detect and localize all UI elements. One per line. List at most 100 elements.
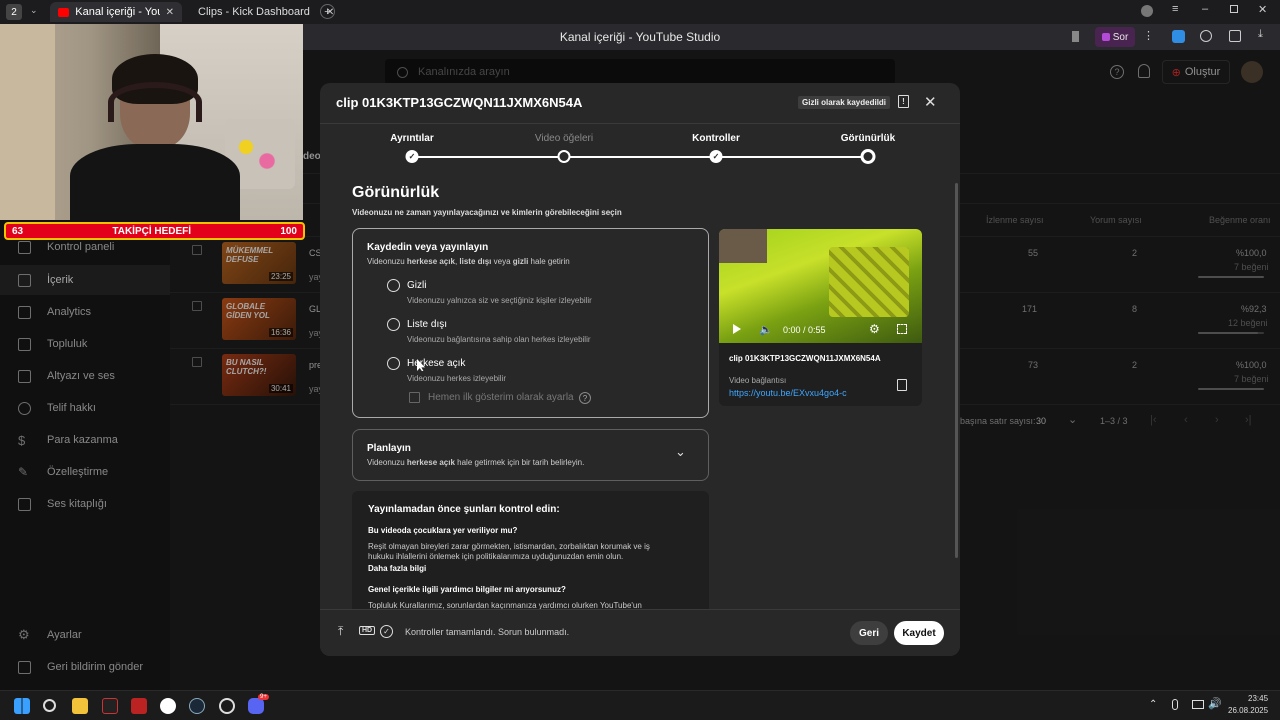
video-link[interactable]: https://youtu.be/EXvxu4go4-c [729, 388, 847, 398]
dialog-footer: ⤒ HD ✓ Kontroller tamamlandı. Sorun bulu… [320, 609, 960, 656]
subtitle-bold: gizli [512, 257, 529, 266]
section-subtitle: Videonuzu ne zaman yayınlayacağınızı ve … [352, 208, 622, 217]
step-current-icon[interactable] [860, 149, 876, 164]
tab-kick-dashboard[interactable]: Clips - Kick Dashboard ✕ [184, 2, 334, 22]
discord-icon[interactable] [248, 698, 264, 714]
scrollbar[interactable] [955, 183, 958, 558]
premiere-checkbox[interactable] [409, 392, 420, 403]
subtitle-text: veya [491, 257, 513, 266]
copy-icon[interactable] [897, 379, 907, 391]
maximize-icon[interactable] [1230, 5, 1238, 13]
download-icon[interactable]: ⤓ [1258, 28, 1263, 41]
close-window-icon[interactable]: ✕ [1258, 3, 1267, 16]
subtitle-text: Videonuzu [367, 257, 407, 266]
radio-private-desc: Videonuzu yalnızca siz ve seçtiğiniz kiş… [407, 296, 592, 305]
browser-tab-bar: 2 ⌄ Kanal içeriği - YouTube ✕ Clips - Ki… [0, 0, 1280, 24]
title-divider [320, 123, 960, 124]
video-scene-wall [829, 247, 909, 317]
window-title: Kanal içeriği - YouTube Studio [559, 30, 721, 44]
subtitle-bold: herkese açık [406, 458, 455, 467]
radio-public[interactable] [387, 357, 400, 370]
media-icon[interactable] [1200, 30, 1212, 42]
fullscreen-icon[interactable] [897, 324, 907, 334]
volume-icon[interactable]: 🔊 [1208, 697, 1222, 710]
minimize-icon[interactable]: – [1202, 3, 1208, 15]
premiere-label[interactable]: Hemen ilk gösterim olarak ayarla [428, 392, 574, 403]
radio-unlisted-label[interactable]: Liste dışı [407, 319, 447, 330]
learn-more-link[interactable]: Daha fazla bilgi [368, 564, 426, 573]
video-facecam [719, 229, 767, 263]
checks-status: Kontroller tamamlandı. Sorun bulunmadı. [405, 627, 570, 637]
app-icon[interactable] [131, 698, 147, 714]
profile-icon[interactable] [1141, 5, 1153, 17]
sor-button[interactable]: Sor [1095, 27, 1135, 47]
step-details-label[interactable]: Ayrıntılar [390, 133, 434, 144]
webcam-overlay [0, 24, 303, 220]
file-explorer-icon[interactable] [72, 698, 88, 714]
preview-filename: clip 01K3KTP13GCZWQN11JXMX6N54A [729, 354, 881, 363]
step-video-elements-label[interactable]: Video öğeleri [535, 133, 593, 144]
search-icon[interactable] [43, 699, 56, 712]
bookmark-icon[interactable] [1072, 31, 1079, 42]
clock-time[interactable]: 23:45 [1248, 694, 1268, 703]
subtitle-text: hale getirin [528, 257, 570, 266]
steam-icon[interactable] [189, 698, 205, 714]
chevron-down-icon[interactable]: ⌄ [30, 5, 38, 16]
checklist-text: Reşit olmayan bireyleri zarar görmekten,… [368, 542, 650, 561]
workspace-badge[interactable]: 2 [6, 4, 22, 20]
tab-youtube-studio[interactable]: Kanal içeriği - YouTube ✕ [50, 2, 182, 22]
microphone-icon[interactable] [1172, 699, 1178, 710]
panel-title: Kaydedin veya yayınlayın [367, 242, 489, 253]
back-button[interactable]: Geri [850, 621, 888, 645]
radio-private[interactable] [387, 279, 400, 292]
youtube-icon [58, 7, 70, 17]
help-icon[interactable]: ? [579, 392, 591, 404]
radio-unlisted-desc: Videonuzu bağlantısına sahip olan herkes… [407, 335, 591, 344]
upload-dialog: clip 01K3KTP13GCZWQN11JXMX6N54A Gizli ol… [320, 83, 960, 656]
cloud-icon[interactable] [1172, 30, 1185, 43]
extensions-icon[interactable] [1229, 30, 1241, 42]
windows-start-icon[interactable] [14, 698, 30, 714]
clock-date[interactable]: 26.08.2025 [1228, 706, 1268, 715]
volume-icon[interactable]: 🔈 [759, 323, 773, 336]
chevron-up-icon[interactable]: ⌃ [1149, 699, 1157, 710]
radio-unlisted[interactable] [387, 318, 400, 331]
step-checks-label[interactable]: Kontroller [692, 133, 740, 144]
yandex-browser-icon[interactable] [160, 698, 176, 714]
panel-subtitle: Videonuzu herkese açık hale getirmek içi… [367, 458, 584, 467]
follower-goal-bar: 63 TAKİPÇİ HEDEFİ 100 [4, 222, 305, 240]
webcam-person-body [70, 144, 240, 220]
close-icon[interactable]: ✕ [924, 93, 937, 111]
schedule-panel[interactable]: Planlayın Videonuzu herkese açık hale ge… [352, 429, 709, 481]
play-icon[interactable] [733, 324, 741, 334]
video-player[interactable]: 🔈 0:00 / 0:55 ⚙ [719, 229, 922, 343]
saved-status-badge: Gizli olarak kaydedildi [798, 96, 891, 109]
radio-public-desc: Videonuzu herkes izleyebilir [407, 374, 507, 383]
follower-goal: 100 [280, 225, 297, 237]
network-icon[interactable] [1192, 700, 1204, 709]
step-visibility-label[interactable]: Görünürlük [841, 133, 895, 144]
radio-private-label[interactable]: Gizli [407, 280, 426, 291]
close-icon[interactable]: ✕ [166, 7, 174, 18]
save-button[interactable]: Kaydet [894, 621, 944, 645]
save-or-publish-panel[interactable]: Kaydedin veya yayınlayın Videonuzu herke… [352, 228, 709, 418]
more-icon[interactable]: ⋮ [1143, 29, 1154, 42]
panel-title: Planlayın [367, 443, 411, 454]
new-tab-button[interactable]: + [320, 4, 335, 19]
step-done-check-icon[interactable]: ✓ [709, 150, 723, 163]
settings-icon[interactable]: ⚙ [869, 322, 880, 336]
radio-public-label[interactable]: Herkese açık [407, 358, 465, 369]
step-pending-icon[interactable] [557, 150, 571, 163]
step-done-check-icon[interactable]: ✓ [405, 150, 419, 163]
tab-label: Kanal içeriği - YouTube [75, 6, 159, 18]
section-title: Görünürlük [352, 184, 440, 201]
menu-icon[interactable]: ≡ [1172, 3, 1178, 15]
webcam-door [0, 24, 55, 220]
sor-label: Sor [1112, 31, 1129, 43]
webcam-headphones [108, 82, 202, 122]
app-icon[interactable] [219, 698, 235, 714]
chevron-down-icon[interactable]: ⌄ [675, 444, 686, 460]
app-icon[interactable] [102, 698, 118, 714]
subtitle-bold: herkese açık [406, 257, 455, 266]
feedback-icon[interactable]: ! [898, 95, 909, 108]
